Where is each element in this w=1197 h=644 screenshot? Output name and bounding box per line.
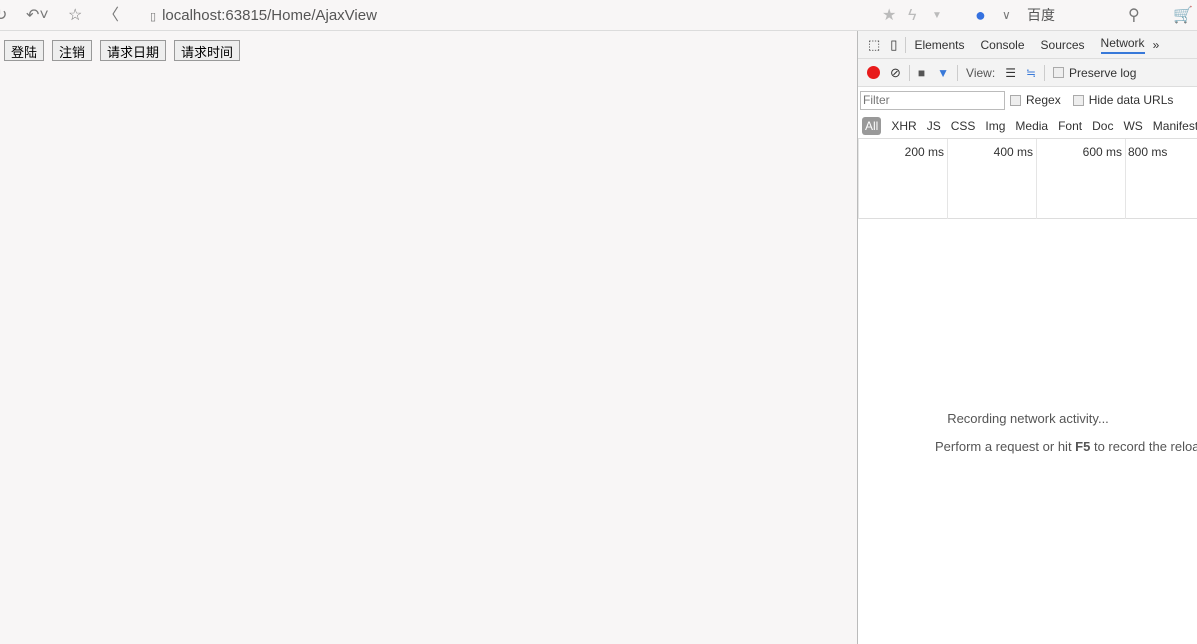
tick-label: 400 ms — [947, 139, 1036, 219]
type-js[interactable]: JS — [927, 119, 941, 133]
type-css[interactable]: CSS — [951, 119, 976, 133]
network-overview-timeline[interactable]: 200 ms 400 ms 600 ms 800 ms — [858, 139, 1197, 219]
recording-message: Recording network activity... — [947, 411, 1109, 426]
more-tabs-icon[interactable]: » — [1153, 38, 1160, 52]
list-view-icon[interactable]: ☰ — [1005, 66, 1016, 80]
waterfall-view-icon[interactable]: ≒ — [1026, 66, 1036, 80]
filter-input[interactable] — [860, 90, 1005, 110]
type-ws[interactable]: WS — [1123, 119, 1142, 133]
type-all[interactable]: All — [862, 116, 882, 135]
tick-label: 800 ms — [1125, 139, 1197, 219]
type-xhr[interactable]: XHR — [891, 119, 916, 133]
hide-data-urls-label: Hide data URLs — [1088, 93, 1174, 107]
regex-checkbox[interactable] — [1010, 94, 1021, 106]
star-icon[interactable]: ☆ — [68, 0, 82, 31]
view-label: View: — [966, 65, 996, 80]
address-bar[interactable]: ▯ localhost:63815/Home/AjaxView — [150, 0, 377, 33]
baidu-paw-icon[interactable]: ● — [975, 0, 986, 31]
search-icon[interactable]: ⚲ — [1128, 0, 1140, 31]
undo-icon[interactable]: ↶˅ — [26, 0, 49, 31]
tick-label: 200 ms — [858, 139, 947, 219]
type-manifest[interactable]: Manifest — [1153, 119, 1197, 133]
back-icon[interactable]: 〈 — [103, 0, 119, 31]
tick-label: 600 ms — [1036, 139, 1125, 219]
login-button[interactable]: 登陆 — [4, 40, 45, 61]
type-img[interactable]: Img — [985, 119, 1005, 133]
preserve-log-label: Preserve log — [1069, 65, 1137, 80]
preserve-log-checkbox[interactable] — [1053, 67, 1065, 78]
hint-key: F5 — [1075, 439, 1091, 454]
bookmark-icon[interactable]: ★ — [882, 0, 896, 31]
device-icon[interactable]: ▯ — [890, 37, 897, 53]
type-filters: All XHR JS CSS Img Media Font Doc WS Man… — [858, 113, 1197, 139]
tab-sources[interactable]: Sources — [1041, 38, 1085, 52]
filter-row: Regex Hide data URLs — [858, 87, 1197, 113]
devtools-panel: ⬚ ▯ Elements Console Sources Network » ⊘… — [857, 31, 1197, 644]
tab-elements[interactable]: Elements — [914, 38, 964, 52]
reload-hint: Perform a request or hit F5 to record th… — [858, 439, 1197, 454]
filter-icon[interactable]: ▼ — [937, 66, 949, 80]
inspect-icon[interactable]: ⬚ — [868, 37, 880, 53]
type-media[interactable]: Media — [1015, 119, 1048, 133]
search-engine-label[interactable]: 百度 — [1027, 0, 1055, 31]
cart-icon[interactable]: 🛒 — [1173, 0, 1193, 31]
page-icon: ▯ — [150, 11, 157, 23]
type-doc[interactable]: Doc — [1092, 119, 1113, 133]
chevron-down-icon[interactable]: ∨ — [1002, 0, 1011, 31]
type-font[interactable]: Font — [1058, 119, 1082, 133]
hint-text-end: to record the reload. — [1093, 439, 1197, 454]
tab-network[interactable]: Network — [1100, 36, 1145, 54]
regex-label: Regex — [1026, 93, 1061, 107]
url-text: localhost:63815/Home/AjaxView — [162, 7, 377, 24]
tab-console[interactable]: Console — [980, 38, 1024, 52]
record-icon[interactable] — [867, 66, 880, 79]
page-buttons: 登陆 注销 请求日期 请求时间 — [4, 40, 241, 61]
capture-screenshots-icon[interactable]: ■ — [918, 66, 925, 80]
request-date-button[interactable]: 请求日期 — [100, 40, 167, 61]
browser-toolbar: ↻ ↶˅ ☆ 〈 ▯ localhost:63815/Home/AjaxView … — [0, 0, 1197, 31]
hint-text: Perform a request or hit — [935, 439, 1076, 454]
logout-button[interactable]: 注销 — [52, 40, 93, 61]
devtools-tabbar: ⬚ ▯ Elements Console Sources Network » — [858, 31, 1197, 59]
refresh-icon[interactable]: ↻ — [0, 0, 7, 31]
clear-icon[interactable]: ⊘ — [890, 65, 901, 81]
request-time-button[interactable]: 请求时间 — [174, 40, 241, 61]
hide-data-urls-checkbox[interactable] — [1072, 94, 1084, 106]
flash-icon[interactable]: ϟ — [908, 0, 916, 31]
network-toolbar: ⊘ ■ ▼ View: ☰ ≒ Preserve log — [858, 59, 1197, 87]
dropdown-icon[interactable]: ▼ — [932, 0, 942, 31]
